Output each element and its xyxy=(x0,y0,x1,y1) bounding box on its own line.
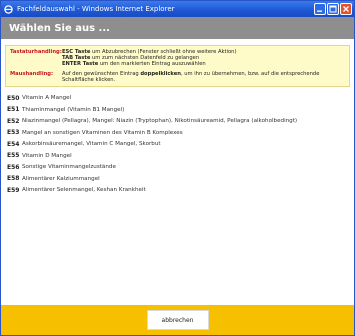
list-item[interactable]: E56 Sonstige Vitaminmangelzustände xyxy=(7,162,350,172)
list-item[interactable]: E51 Thiaminmangel (Vitamin B1 Mangel) xyxy=(7,105,350,115)
esc-key-text: um Abzubrechen (Fenster schließt ohne we… xyxy=(90,49,237,55)
keyboard-heading: Tastaturhandling: xyxy=(10,49,62,55)
item-description: Askorbinsäuremangel, Vitamin C Mangel, S… xyxy=(22,141,161,148)
item-code: E55 xyxy=(7,152,20,160)
dialog-header: Wählen Sie aus ... xyxy=(1,17,354,39)
item-description: Alimentärer Selenmangel, Keshan Krankhei… xyxy=(22,187,146,194)
enter-key-label: ENTER Taste xyxy=(62,61,99,68)
list-item[interactable]: E55 Vitamin D Mangel xyxy=(7,151,350,161)
list-item[interactable]: E52 Niazinmangel (Pellagra), Mangel: Nia… xyxy=(7,116,350,126)
item-description: Vitamin A Mangel xyxy=(22,95,72,102)
cancel-button-label: abbrechen xyxy=(161,316,194,324)
mouse-heading: Maushandling: xyxy=(10,70,54,77)
keyboard-instructions: Tastaturhandling: ESC Taste um Abzubrech… xyxy=(10,49,345,68)
enter-key-text: um den markierten Eintrag auszuwählen xyxy=(98,61,206,68)
ie-icon xyxy=(3,4,13,14)
item-description: Alimentärer Kalziummangel xyxy=(22,175,100,182)
keyboard-instruction-lines: ESC Taste um Abzubrechen (Fenster schlie… xyxy=(62,49,236,68)
window-title: Fachfeldauswahl - Windows Internet Explo… xyxy=(17,5,175,13)
instructions-box: Tastaturhandling: ESC Taste um Abzubrech… xyxy=(5,45,350,88)
mouse-instructions: Maushandling: Auf den gewünschten Eintra… xyxy=(10,71,345,83)
item-code: E59 xyxy=(7,186,20,194)
title-bar[interactable]: Fachfeldauswahl - Windows Internet Explo… xyxy=(1,1,354,17)
list-item[interactable]: E53 Mangel an sonstigen Vitaminen des Vi… xyxy=(7,128,350,138)
close-icon[interactable] xyxy=(340,3,352,15)
minimize-icon[interactable] xyxy=(314,3,326,15)
esc-key-label: ESC Taste xyxy=(62,49,91,55)
cancel-button[interactable]: abbrechen xyxy=(146,310,209,330)
item-description: Sonstige Vitaminmangelzustände xyxy=(22,164,116,171)
item-code: E50 xyxy=(7,94,20,102)
maximize-icon[interactable] xyxy=(327,3,339,15)
item-code: E54 xyxy=(7,140,20,148)
dialog-title: Wählen Sie aus ... xyxy=(9,22,110,34)
browser-popup-window: Fachfeldauswahl - Windows Internet Explo… xyxy=(0,0,355,336)
dialog-body: Tastaturhandling: ESC Taste um Abzubrech… xyxy=(1,39,354,195)
item-code: E52 xyxy=(7,117,20,125)
list-item[interactable]: E59 Alimentärer Selenmangel, Keshan Kran… xyxy=(7,185,350,195)
mouse-text-part1: Auf den gewünschten Eintrag xyxy=(62,70,141,77)
mouse-instruction-text: Auf den gewünschten Eintrag doppelklicke… xyxy=(62,71,345,83)
item-code: E53 xyxy=(7,129,20,137)
item-code: E56 xyxy=(7,163,20,171)
list-item[interactable]: E58 Alimentärer Kalziummangel xyxy=(7,174,350,184)
item-description: Thiaminmangel (Vitamin B1 Mangel) xyxy=(22,106,125,113)
item-description: Mangel an sonstigen Vitaminen des Vitami… xyxy=(22,129,183,136)
tab-key-label: TAB Taste xyxy=(62,55,91,62)
tab-key-text: um zum nächsten Datenfeld zu gelangen xyxy=(90,55,200,62)
list-item[interactable]: E50 Vitamin A Mangel xyxy=(7,93,350,103)
item-description: Niazinmangel (Pellagra), Mangel: Niazin … xyxy=(22,118,298,125)
mouse-key-label: doppelklicken xyxy=(140,70,181,77)
selection-list: E50 Vitamin A Mangel E51 Thiaminmangel (… xyxy=(5,93,350,195)
instruction-line-enter: ENTER Taste um den markierten Eintrag au… xyxy=(62,61,236,67)
item-code: E51 xyxy=(7,106,20,114)
item-description: Vitamin D Mangel xyxy=(22,152,72,159)
window-controls xyxy=(314,3,352,15)
item-code: E58 xyxy=(7,175,20,183)
dialog-footer: abbrechen xyxy=(1,305,354,335)
list-item[interactable]: E54 Askorbinsäuremangel, Vitamin C Mange… xyxy=(7,139,350,149)
